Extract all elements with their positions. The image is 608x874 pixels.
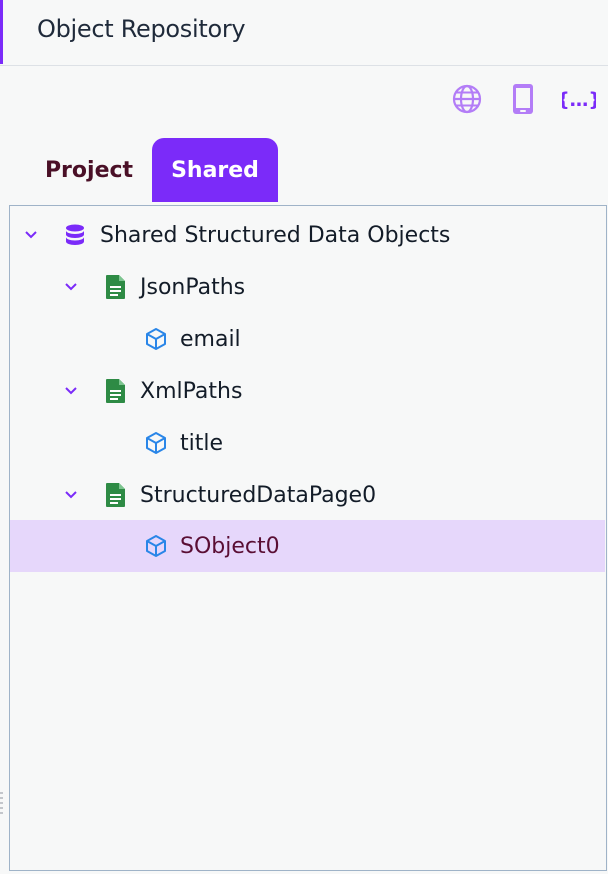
tree-root-shared-structured-data[interactable]: Shared Structured Data Objects [10, 209, 605, 261]
panel-title: Object Repository [37, 15, 246, 43]
tree-node-label: XmlPaths [140, 378, 243, 404]
tree-node-label: SObject0 [180, 533, 280, 559]
tree-object-sobject0[interactable]: SObject0 [10, 520, 605, 572]
chevron-down-icon[interactable] [23, 227, 39, 243]
resize-handle[interactable] [0, 792, 3, 816]
cube-icon [143, 430, 169, 456]
mobile-icon[interactable] [506, 82, 540, 116]
chevron-down-icon[interactable] [63, 279, 79, 295]
tree-node-label: JsonPaths [140, 274, 246, 300]
tree-node-label: title [180, 430, 224, 456]
svg-text:{…}: {…} [562, 90, 596, 111]
tab-shared[interactable]: Shared [152, 138, 278, 202]
document-icon [103, 482, 129, 508]
tab-project-label: Project [44, 157, 134, 183]
tab-project[interactable]: Project [30, 138, 148, 202]
tree-node-label: email [180, 326, 241, 352]
tree-page-structureddatapage0[interactable]: StructuredDataPage0 [10, 469, 605, 521]
globe-icon[interactable] [450, 82, 484, 116]
tree-object-title[interactable]: title [10, 417, 605, 469]
toolbar: {…} [450, 82, 596, 116]
document-icon [103, 274, 129, 300]
object-tree: Shared Structured Data Objects JsonPaths… [9, 205, 607, 871]
tab-bar: Project Shared [30, 138, 278, 202]
tree-page-xmlpaths[interactable]: XmlPaths [10, 365, 605, 417]
json-braces-icon[interactable]: {…} [562, 82, 596, 116]
chevron-down-icon[interactable] [63, 383, 79, 399]
document-icon [103, 378, 129, 404]
cube-icon [143, 326, 169, 352]
panel-header: Object Repository [0, 0, 608, 66]
tab-shared-label: Shared [171, 157, 259, 183]
database-icon [62, 222, 88, 248]
chevron-down-icon[interactable] [63, 487, 79, 503]
cube-icon [143, 533, 169, 559]
tree-page-jsonpaths[interactable]: JsonPaths [10, 261, 605, 313]
tree-object-email[interactable]: email [10, 313, 605, 365]
tree-node-label: StructuredDataPage0 [140, 482, 377, 508]
tree-node-label: Shared Structured Data Objects [100, 222, 451, 248]
